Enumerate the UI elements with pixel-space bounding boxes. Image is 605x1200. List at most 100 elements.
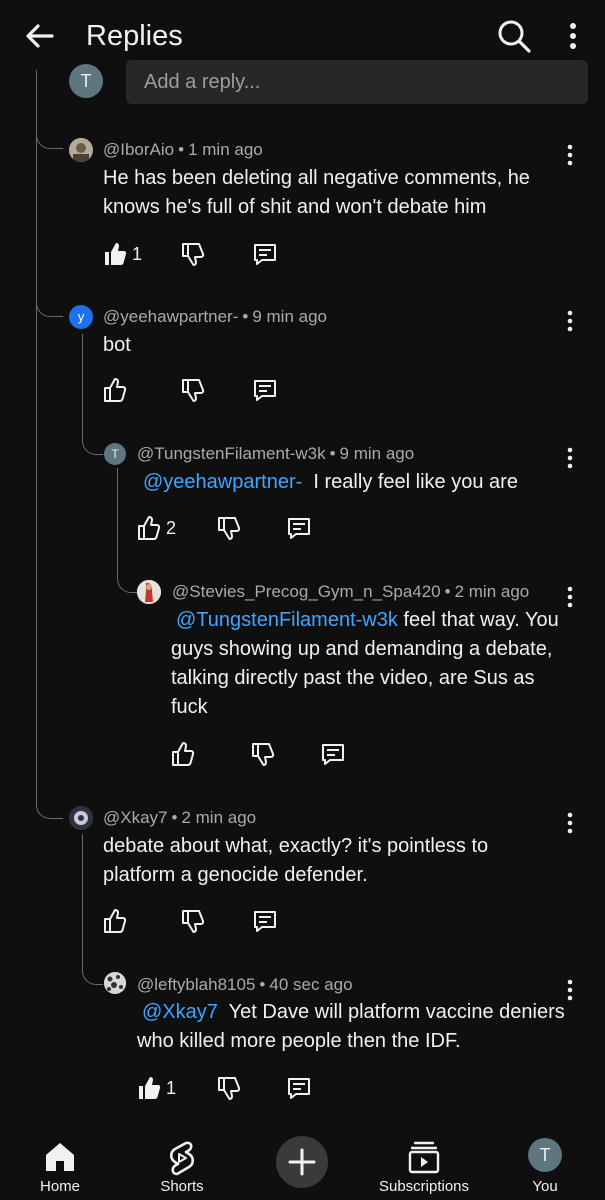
like-button[interactable]: 1 (103, 238, 142, 270)
dislike-button[interactable] (181, 238, 205, 270)
bottom-navigation: Home Shorts Subscriptions T You (0, 1126, 605, 1200)
comment-author[interactable]: @leftyblah8105 (137, 975, 255, 994)
comment-meta: @yeehawpartner- • 9 min ago (103, 307, 327, 327)
comment-time: 9 min ago (252, 307, 328, 326)
comment-text: @TungstenFilament-w3k feel that way. You… (171, 606, 571, 722)
avatar-letter: y (77, 309, 85, 324)
more-vertical-icon (567, 447, 573, 469)
comment-actions: 2 (137, 512, 337, 552)
comment-icon (254, 911, 276, 932)
reply-button[interactable] (287, 512, 311, 544)
comment-actions (103, 905, 303, 945)
comment-actions (103, 374, 303, 414)
avatar[interactable]: y (69, 305, 93, 329)
comment-author[interactable]: @TungstenFilament-w3k (137, 444, 326, 463)
mention-link[interactable]: @Xkay7 (142, 1001, 218, 1023)
comment-icon (288, 518, 310, 539)
nav-shorts[interactable]: Shorts (140, 1126, 224, 1200)
thread-line (82, 834, 83, 942)
like-button[interactable]: 2 (137, 512, 176, 544)
like-button[interactable] (103, 374, 132, 406)
dislike-button[interactable] (251, 738, 275, 770)
create-button[interactable] (276, 1136, 328, 1188)
reply-button[interactable] (287, 1072, 311, 1104)
search-icon (498, 20, 531, 53)
comment-time: 40 sec ago (269, 975, 353, 994)
comment-time: 2 min ago (181, 808, 257, 827)
shorts-icon (169, 1141, 195, 1176)
comment-more-button[interactable] (560, 808, 580, 838)
like-count: 1 (132, 243, 143, 264)
comment-text: @yeehawpartner- I really feel like you a… (143, 468, 563, 497)
thumbs-up-filled-icon (139, 1077, 161, 1099)
subscriptions-icon (408, 1141, 440, 1174)
nav-you-label: You (532, 1178, 558, 1195)
comment-text: debate about what, exactly? it's pointle… (103, 835, 489, 886)
dislike-button[interactable] (217, 1072, 241, 1104)
nav-you[interactable]: T You (515, 1126, 575, 1200)
comment-text: He has been deleting all negative commen… (103, 167, 530, 218)
dislike-button[interactable] (181, 374, 205, 406)
thumbs-up-icon (138, 516, 161, 540)
mention-link[interactable]: @TungstenFilament-w3k (176, 609, 398, 631)
page-title: Replies (86, 20, 183, 52)
comment-author[interactable]: @Xkay7 (103, 808, 168, 827)
comment-time: 2 min ago (454, 582, 530, 601)
replies-page: Replies T @IborAio•1 min ago (0, 0, 605, 1200)
arrow-left-icon (26, 24, 54, 48)
meta-separator: • (259, 975, 266, 994)
comment-icon (288, 1078, 310, 1099)
nav-subscriptions[interactable]: Subscriptions (372, 1126, 476, 1200)
thread-connector (36, 790, 63, 819)
comment-more-button[interactable] (560, 140, 580, 170)
avatar[interactable] (104, 972, 126, 994)
comment-actions: 1 (137, 1072, 337, 1112)
comment-author[interactable]: @Stevies_Precog_Gym_n_Spa420 (172, 582, 441, 601)
avatar[interactable] (137, 580, 161, 604)
thread-connector (117, 562, 138, 593)
thread-connector (82, 428, 103, 455)
like-button[interactable] (171, 738, 200, 770)
comment-author[interactable]: @IborAio (103, 140, 174, 159)
comment-meta: @leftyblah8105 • 40 sec ago (137, 975, 353, 995)
avatar-letter: T (111, 447, 119, 461)
dislike-button[interactable] (217, 512, 241, 544)
comment-body: I really feel like you are (313, 471, 518, 493)
comment-meta: @Xkay7 • 2 min ago (103, 808, 256, 828)
comment-meta: @Stevies_Precog_Gym_n_Spa420 • 2 min ago (172, 582, 529, 602)
search-button[interactable] (494, 16, 534, 56)
comment-more-button[interactable] (560, 306, 580, 336)
avatar[interactable] (69, 138, 93, 162)
comment-more-button[interactable] (560, 443, 580, 473)
comment-meta: @IborAio • 1 min ago (103, 140, 263, 160)
comment-icon (322, 744, 344, 765)
thumbs-down-icon (182, 379, 205, 402)
thumbs-up-icon (172, 742, 195, 766)
meta-separator: • (178, 140, 185, 159)
comment-author[interactable]: @yeehawpartner- (103, 307, 238, 326)
nav-home[interactable]: Home (20, 1126, 100, 1200)
reply-button[interactable] (253, 905, 277, 937)
like-count: 1 (166, 1077, 177, 1098)
reply-button[interactable] (253, 374, 277, 406)
like-button[interactable] (103, 905, 132, 937)
reply-button[interactable] (253, 238, 277, 270)
thumbs-down-icon (182, 910, 205, 933)
like-button[interactable]: 1 (137, 1072, 176, 1104)
meta-separator: • (171, 808, 178, 827)
more-vertical-icon (567, 144, 573, 166)
thread-line (82, 334, 83, 434)
reply-button[interactable] (321, 738, 345, 770)
thumbs-up-filled-icon (105, 243, 127, 265)
avatar[interactable] (69, 806, 93, 830)
mention-link[interactable]: @yeehawpartner- (143, 471, 302, 493)
avatar[interactable]: T (104, 443, 126, 465)
back-button[interactable] (22, 18, 58, 54)
thumbs-up-icon (104, 909, 127, 933)
add-reply-input[interactable] (126, 60, 588, 104)
thread-line (36, 70, 37, 795)
more-options-button[interactable] (558, 18, 588, 54)
meta-separator: • (242, 307, 249, 326)
avatar-image-icon (69, 138, 93, 162)
dislike-button[interactable] (181, 905, 205, 937)
